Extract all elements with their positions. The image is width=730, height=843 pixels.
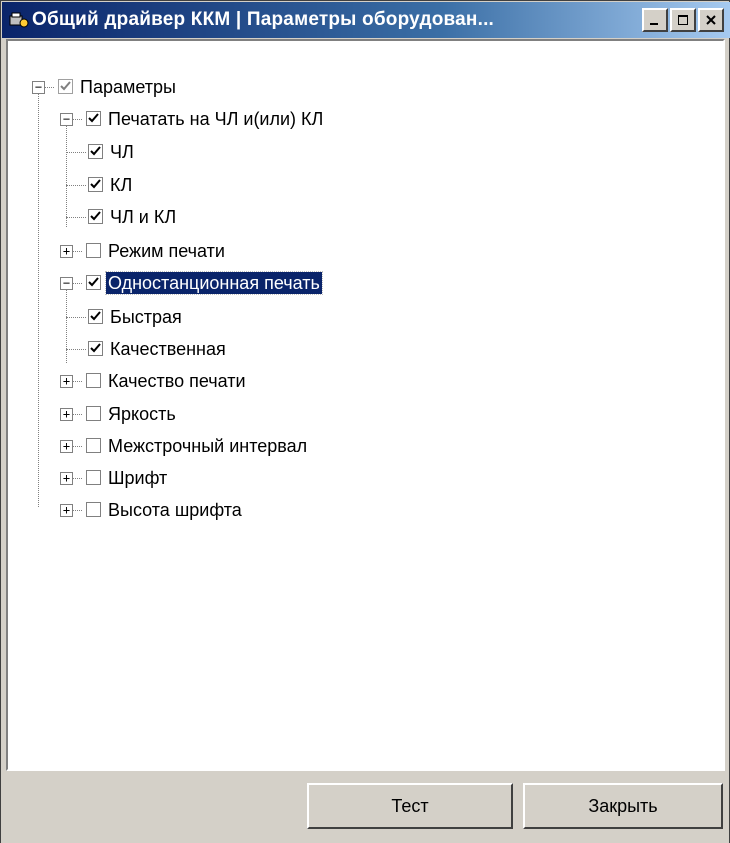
main-window: Общий драйвер ККМ | Параметры оборудован… xyxy=(0,0,730,843)
test-button[interactable]: Тест xyxy=(307,783,513,829)
tree-item-print-mode[interactable]: Режим печати xyxy=(106,240,227,262)
tree-line xyxy=(72,510,82,511)
checkbox-font-height[interactable] xyxy=(86,502,101,517)
title-bar[interactable]: Общий драйвер ККМ | Параметры оборудован… xyxy=(2,2,730,38)
tree-line xyxy=(72,414,82,415)
close-button[interactable]: Закрыть xyxy=(523,783,723,829)
tree-item-chl-kl[interactable]: ЧЛ и КЛ xyxy=(108,206,178,228)
checkbox-line-spacing[interactable] xyxy=(86,438,101,453)
tree-line xyxy=(66,217,86,218)
tree-line xyxy=(72,283,82,284)
close-icon xyxy=(706,15,716,25)
window-title: Общий драйвер ККМ | Параметры оборудован… xyxy=(32,9,495,30)
parameters-tree: − Параметры − Печатать на ЧЛ и(или) КЛ Ч… xyxy=(8,41,723,769)
tree-line xyxy=(72,251,82,252)
checkbox-chl-kl[interactable] xyxy=(88,209,103,224)
tree-item-fast[interactable]: Быстрая xyxy=(108,306,184,328)
expand-icon[interactable]: + xyxy=(60,504,73,517)
tree-item-print-target[interactable]: Печатать на ЧЛ и(или) КЛ xyxy=(106,108,325,130)
tree-line xyxy=(72,478,82,479)
tree-item-single-station[interactable]: Одностанционная печать xyxy=(105,271,323,295)
tree-item-quality-mode[interactable]: Качественная xyxy=(108,338,228,360)
checkbox-print-mode[interactable] xyxy=(86,243,101,258)
tree-item-chl[interactable]: ЧЛ xyxy=(108,141,136,163)
tree-line xyxy=(66,317,86,318)
tree-item-font-height[interactable]: Высота шрифта xyxy=(106,499,244,521)
tree-item-print-quality[interactable]: Качество печати xyxy=(106,370,248,392)
tree-line xyxy=(72,119,82,120)
checkbox-single-station[interactable] xyxy=(86,275,101,290)
minimize-icon xyxy=(650,23,658,25)
tree-line xyxy=(66,287,67,363)
collapse-icon[interactable]: − xyxy=(60,277,73,290)
collapse-icon[interactable]: − xyxy=(60,113,73,126)
expand-icon[interactable]: + xyxy=(60,375,73,388)
checkbox-quality-mode[interactable] xyxy=(88,341,103,356)
tree-line xyxy=(66,349,86,350)
tree-line xyxy=(44,87,54,88)
tree-line xyxy=(72,446,82,447)
checkbox-chl[interactable] xyxy=(88,144,103,159)
minimize-button[interactable] xyxy=(642,8,668,32)
checkbox-print-quality[interactable] xyxy=(86,373,101,388)
maximize-icon xyxy=(678,15,688,25)
checkbox-brightness[interactable] xyxy=(86,406,101,421)
tree-line xyxy=(66,185,86,186)
tree-item-root[interactable]: Параметры xyxy=(78,76,178,98)
close-window-button[interactable] xyxy=(698,8,724,32)
expand-icon[interactable]: + xyxy=(60,245,73,258)
driver-app-icon xyxy=(8,9,30,31)
checkbox-print-target[interactable] xyxy=(86,111,101,126)
tree-item-brightness[interactable]: Яркость xyxy=(106,403,178,425)
tree-line xyxy=(66,119,67,227)
tree-line xyxy=(72,381,82,382)
tree-item-kl[interactable]: КЛ xyxy=(108,174,134,196)
parameters-tree-panel[interactable]: − Параметры − Печатать на ЧЛ и(или) КЛ Ч… xyxy=(6,39,725,771)
collapse-icon[interactable]: − xyxy=(32,81,45,94)
tree-line xyxy=(38,87,39,507)
button-bar: Тест Закрыть xyxy=(1,773,729,843)
maximize-button[interactable] xyxy=(670,8,696,32)
tree-item-font[interactable]: Шрифт xyxy=(106,467,169,489)
checkbox-font[interactable] xyxy=(86,470,101,485)
checkbox-fast[interactable] xyxy=(88,309,103,324)
tree-line xyxy=(66,152,86,153)
tree-item-line-spacing[interactable]: Межстрочный интервал xyxy=(106,435,309,457)
checkbox-kl[interactable] xyxy=(88,177,103,192)
expand-icon[interactable]: + xyxy=(60,440,73,453)
expand-icon[interactable]: + xyxy=(60,472,73,485)
checkbox-root[interactable] xyxy=(58,79,73,94)
expand-icon[interactable]: + xyxy=(60,408,73,421)
